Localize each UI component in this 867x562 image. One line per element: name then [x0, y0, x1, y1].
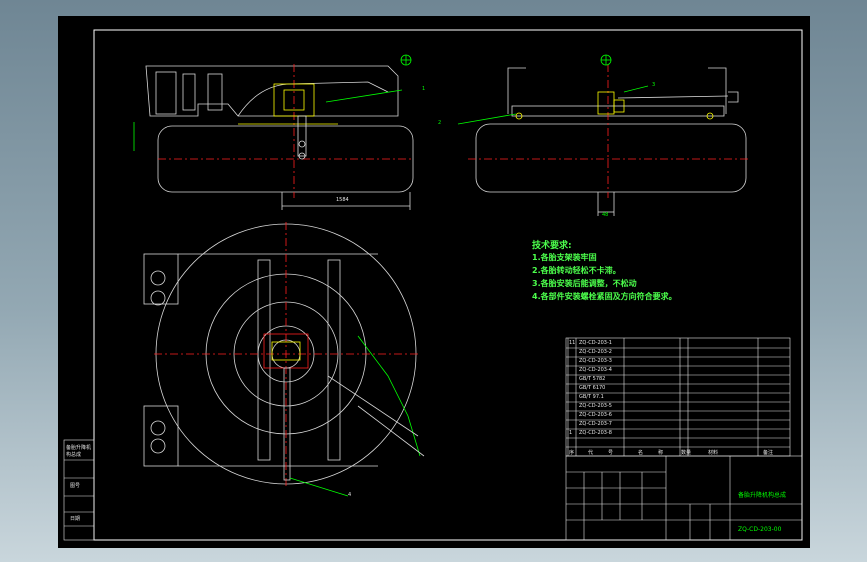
side-strip-label: 日期	[70, 516, 81, 522]
side-strip-label: 备胎升降机构总成	[66, 445, 92, 458]
callout-label: 3	[652, 82, 656, 88]
drawing-border	[93, 29, 803, 541]
parts-code: ZQ-CD-203-6	[579, 412, 612, 418]
parts-header: 数量	[681, 450, 692, 456]
parts-number: 1	[569, 430, 573, 436]
tech-req-item: 3.各胎安装后能调整，不松动	[532, 279, 637, 288]
parts-header: 材料	[708, 450, 719, 456]
drawing-sheet: 技术要求: 1.各胎支架装牢固 2.各胎转动轻松不卡滞。 3.各胎安装后能调整，…	[58, 16, 810, 548]
tech-req-item: 4.各部件安装螺栓紧固及方向符合要求。	[532, 292, 677, 301]
drawing-name: 备胎升降机构总成	[738, 492, 787, 499]
parts-header: 备注	[763, 450, 774, 456]
side-strip-label: 图号	[70, 483, 81, 489]
parts-header: 称	[658, 450, 664, 456]
tech-req-item: 1.各胎支架装牢固	[532, 253, 597, 262]
parts-code: ZQ-CD-203-7	[579, 421, 612, 427]
parts-header: 代	[588, 450, 594, 456]
parts-header: 名	[638, 450, 644, 456]
plan-view	[143, 222, 425, 497]
side-view	[457, 54, 748, 216]
drawing-number: ZQ-CD-203-00	[738, 526, 782, 533]
parts-code: ZQ-CD-203-5	[579, 403, 612, 409]
front-view	[133, 54, 414, 210]
parts-code: ZQ-CD-203-2	[579, 349, 612, 355]
parts-code: GB/T 6170	[579, 385, 606, 391]
parts-code: ZQ-CD-203-1	[579, 340, 612, 346]
parts-header: 序	[569, 450, 575, 456]
parts-code: ZQ-CD-203-3	[579, 358, 612, 364]
cad-drawing	[63, 29, 803, 541]
callout-label: 4	[348, 492, 352, 498]
callout-label: 1	[422, 86, 426, 92]
tech-req-item: 2.各胎转动轻松不卡滞。	[532, 266, 621, 275]
parts-number: 11	[569, 340, 576, 346]
parts-code: GB/T 97.1	[579, 394, 604, 400]
callout-label: 2	[438, 120, 442, 126]
parts-header: 号	[608, 450, 614, 456]
parts-code: GB/T 5782	[579, 376, 606, 382]
dimension-text: 48	[602, 212, 609, 218]
parts-code: ZQ-CD-203-4	[579, 367, 612, 373]
tech-req-title: 技术要求:	[532, 241, 572, 251]
dimension-text: 1584	[336, 197, 349, 203]
parts-code: ZQ-CD-203-8	[579, 430, 612, 436]
